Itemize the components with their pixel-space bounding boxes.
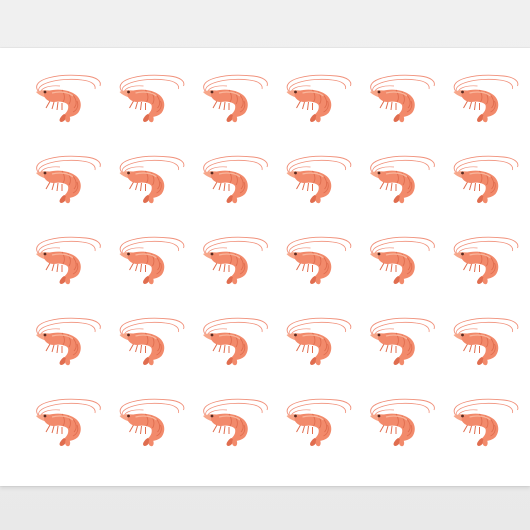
shrimp-motif	[202, 155, 268, 204]
shrimp-motif	[118, 236, 185, 285]
shrimp-motif	[202, 236, 268, 285]
shrimp-motif	[369, 74, 435, 123]
shrimp-motif	[35, 74, 101, 123]
shrimp-motif	[35, 155, 101, 204]
wrapping-paper-sheet	[0, 48, 530, 486]
shrimp-motif	[369, 155, 435, 204]
shrimp-motif	[452, 398, 519, 447]
shrimp-motif	[118, 317, 185, 366]
shrimp-motif	[452, 236, 519, 285]
shrimp-motif	[35, 398, 101, 447]
shrimp-pattern	[35, 74, 519, 447]
shrimp-motif	[35, 236, 101, 285]
shrimp-motif	[452, 317, 519, 366]
shrimp-motif	[369, 398, 435, 447]
shrimp-motif	[285, 398, 352, 447]
shrimp-motif	[369, 317, 435, 366]
shrimp-motif	[285, 74, 352, 123]
shrimp-motif	[118, 155, 185, 204]
shrimp-motif	[202, 317, 268, 366]
product-preview-stage	[0, 0, 530, 530]
shrimp-motif	[35, 317, 101, 366]
shrimp-motif	[369, 236, 435, 285]
shrimp-motif	[285, 236, 352, 285]
shrimp-motif	[285, 155, 352, 204]
shrimp-motif	[452, 74, 519, 123]
shrimp-motif	[285, 317, 352, 366]
shrimp-motif	[118, 74, 185, 123]
shrimp-motif	[452, 155, 519, 204]
shrimp-motif	[118, 398, 185, 447]
shrimp-motif	[202, 398, 268, 447]
shrimp-motif	[202, 74, 268, 123]
